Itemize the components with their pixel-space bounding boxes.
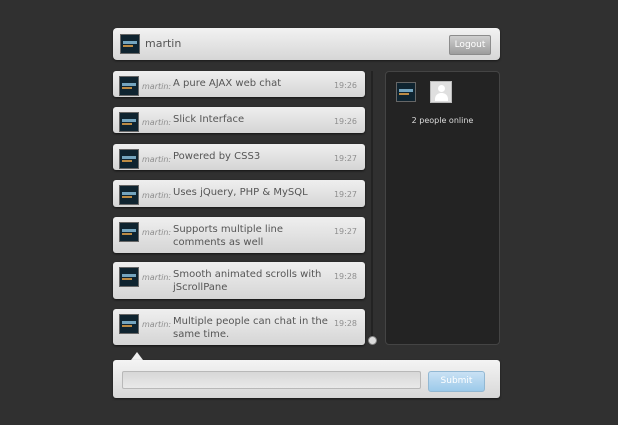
online-count: 2 people online bbox=[411, 116, 474, 125]
chat-scrollbar-track[interactable] bbox=[371, 71, 373, 343]
chat-message: martin: A pure AJAX web chat 19:26 bbox=[113, 71, 365, 97]
online-users-panel: 2 people online bbox=[385, 71, 500, 345]
message-avatar-icon bbox=[119, 76, 139, 96]
user-body-shape bbox=[435, 93, 448, 101]
message-author: martin: bbox=[142, 118, 172, 127]
chat-message: martin: Supports multiple line comments … bbox=[113, 217, 365, 253]
message-text: Slick Interface bbox=[173, 114, 245, 125]
current-username: martin bbox=[145, 37, 182, 50]
online-user-avatar-icon bbox=[396, 82, 416, 102]
message-text: Multiple people can chat in the same tim… bbox=[173, 316, 328, 340]
message-time: 19:26 bbox=[333, 117, 357, 126]
message-avatar-icon bbox=[119, 185, 139, 205]
message-time: 19:27 bbox=[333, 227, 357, 236]
chat-message: martin: Smooth animated scrolls with jSc… bbox=[113, 262, 365, 299]
chat-message-list[interactable]: martin: A pure AJAX web chat 19:26 marti… bbox=[113, 71, 365, 347]
message-text: Uses jQuery, PHP & MySQL bbox=[173, 187, 308, 198]
message-time: 19:27 bbox=[333, 154, 357, 163]
chat-message: martin: Slick Interface 19:26 bbox=[113, 107, 365, 133]
message-text: Smooth animated scrolls with jScrollPane bbox=[173, 269, 322, 293]
message-avatar-icon bbox=[119, 149, 139, 169]
chat-text-input[interactable] bbox=[122, 371, 421, 389]
message-avatar-icon bbox=[119, 222, 139, 242]
message-text: Powered by CSS3 bbox=[173, 151, 261, 162]
message-time: 19:28 bbox=[333, 272, 357, 281]
chat-message: martin: Uses jQuery, PHP & MySQL 19:27 bbox=[113, 180, 365, 207]
message-text: Supports multiple line comments as well bbox=[173, 224, 283, 248]
message-time: 19:28 bbox=[333, 319, 357, 328]
chat-message: martin: Powered by CSS3 19:27 bbox=[113, 144, 365, 170]
message-author: martin: bbox=[142, 320, 172, 329]
message-avatar-icon bbox=[119, 267, 139, 287]
default-user-icon bbox=[430, 81, 452, 103]
message-author: martin: bbox=[142, 155, 172, 164]
chat-message: martin: Multiple people can chat in the … bbox=[113, 309, 365, 345]
message-author: martin: bbox=[142, 191, 172, 200]
submit-button[interactable]: Submit bbox=[428, 371, 485, 392]
logout-button[interactable]: Logout bbox=[449, 35, 491, 55]
message-input-bar: Submit bbox=[113, 360, 500, 398]
top-bar: martin Logout bbox=[113, 28, 500, 60]
message-author: martin: bbox=[142, 273, 172, 282]
input-pointer-arrow bbox=[131, 352, 143, 360]
current-user-avatar-icon bbox=[120, 34, 140, 54]
message-text: A pure AJAX web chat bbox=[173, 78, 282, 89]
message-author: martin: bbox=[142, 228, 172, 237]
message-avatar-icon bbox=[119, 314, 139, 334]
message-time: 19:27 bbox=[333, 190, 357, 199]
message-time: 19:26 bbox=[333, 81, 357, 90]
chat-scrollbar-thumb[interactable] bbox=[368, 336, 377, 345]
user-head-shape bbox=[438, 85, 445, 92]
message-avatar-icon bbox=[119, 112, 139, 132]
message-author: martin: bbox=[142, 82, 172, 91]
